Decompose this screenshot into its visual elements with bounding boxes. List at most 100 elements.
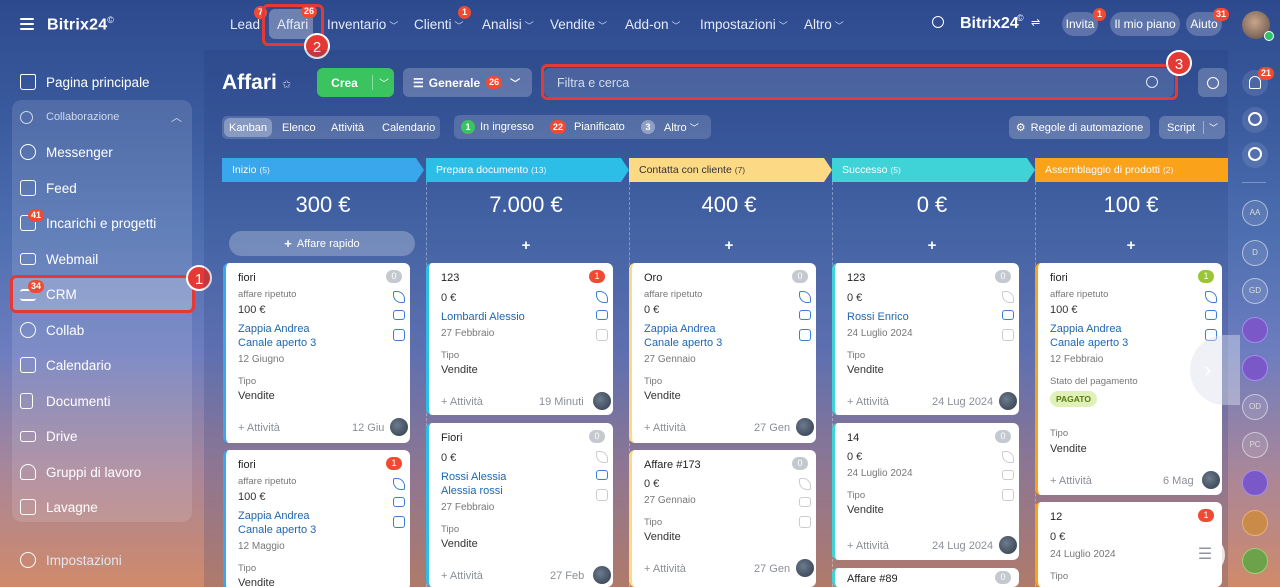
quick-deal-button[interactable]: + Affare rapido: [229, 231, 415, 256]
deal-card[interactable]: Oro 0 affare ripetuto 0 € Zappia Andrea C…: [629, 263, 816, 443]
my-plan-button[interactable]: Il mio piano: [1110, 12, 1180, 36]
counter-incoming[interactable]: In ingresso: [480, 121, 534, 133]
add-activity[interactable]: + Attività: [441, 570, 483, 582]
sidebar-item-messenger[interactable]: Messenger: [12, 135, 192, 169]
contact-link[interactable]: Zappia Andrea: [238, 510, 310, 522]
deal-card[interactable]: fiori 0 affare ripetuto 100 € Zappia Andr…: [223, 263, 410, 443]
chevron-up-icon[interactable]: ︿: [171, 109, 182, 125]
contact-link[interactable]: Lombardi Alessio: [441, 311, 525, 323]
add-activity[interactable]: + Attività: [644, 422, 686, 434]
search-icon[interactable]: [932, 16, 944, 28]
user-avatar[interactable]: AA: [1242, 200, 1268, 226]
menu-icon[interactable]: [20, 18, 34, 30]
deal-card[interactable]: fiori 1 affare ripetuto 100 € Zappia Andr…: [223, 450, 410, 587]
mail-icon[interactable]: [799, 310, 811, 320]
contact-link[interactable]: Zappia Andrea: [644, 323, 716, 335]
sidebar-item-groups[interactable]: Gruppi di lavoro: [12, 455, 192, 489]
source-link[interactable]: Canale aperto 3: [238, 524, 316, 536]
sidebar-item-drive[interactable]: Drive: [12, 419, 192, 453]
nav-altro[interactable]: Altro ﹀: [804, 17, 844, 32]
group-chat-icon[interactable]: [1242, 355, 1268, 381]
phone-icon[interactable]: [799, 291, 811, 303]
sidebar-item-feed[interactable]: Feed: [12, 171, 192, 205]
nav-clienti[interactable]: Clienti ﹀: [414, 17, 464, 32]
mail-icon[interactable]: [596, 310, 608, 320]
source-link[interactable]: Canale aperto 3: [644, 337, 722, 349]
chat-icon[interactable]: [1002, 489, 1014, 501]
mail-icon[interactable]: [1205, 310, 1217, 320]
stage-header[interactable]: Contatta con cliente (7): [629, 158, 832, 182]
phone-icon[interactable]: [596, 291, 608, 303]
chat-icon[interactable]: [799, 516, 811, 528]
logo[interactable]: Bitrix24©: [47, 15, 114, 34]
add-activity[interactable]: + Attività: [847, 540, 889, 552]
contact-link[interactable]: Rossi Enrico: [847, 311, 909, 323]
chat-icon[interactable]: [393, 516, 405, 528]
add-activity[interactable]: + Attività: [1050, 475, 1092, 487]
user-avatar[interactable]: PC: [1242, 432, 1268, 458]
phone-icon[interactable]: [1002, 451, 1014, 463]
nav-analisi[interactable]: Analisi ﹀: [482, 17, 534, 32]
nav-vendite[interactable]: Vendite ﹀: [550, 17, 607, 32]
sidebar-item-home[interactable]: Pagina principale: [12, 65, 192, 99]
phone-icon[interactable]: [1002, 291, 1014, 303]
counter-other[interactable]: Altro ﹀: [664, 121, 699, 134]
group-icon[interactable]: [1242, 510, 1268, 536]
counter-planned[interactable]: Pianificato: [574, 121, 625, 133]
settings-toggle-icon[interactable]: ⇌: [1031, 16, 1040, 29]
group-icon[interactable]: [1242, 548, 1268, 574]
phone-icon[interactable]: [393, 478, 405, 490]
sidebar-item-boards[interactable]: Lavagne: [12, 490, 192, 524]
list-menu-button[interactable]: ☰: [1185, 535, 1225, 575]
target-icon[interactable]: [1242, 107, 1268, 133]
deal-card[interactable]: Affare #89 0: [832, 568, 1019, 587]
sidebar-item-tasks[interactable]: 41 Incarichi e progetti: [12, 206, 192, 240]
add-deal-button[interactable]: +: [1031, 237, 1231, 254]
mail-icon[interactable]: [1002, 470, 1014, 480]
add-activity[interactable]: + Attività: [644, 563, 686, 575]
filter-preset-button[interactable]: ☰ Generale 26 ﹀: [403, 68, 532, 97]
deal-card[interactable]: 123 1 0 € Lombardi Alessio 27 Febbraio Ti…: [426, 263, 613, 415]
settings-gear-button[interactable]: [1198, 68, 1227, 97]
add-deal-button[interactable]: +: [832, 237, 1032, 254]
automation-rules-button[interactable]: ⚙ Regole di automazione: [1009, 116, 1150, 139]
stage-header[interactable]: Successo (5): [832, 158, 1035, 182]
chat-icon[interactable]: [596, 329, 608, 341]
mail-icon[interactable]: [1002, 310, 1014, 320]
view-calendar[interactable]: Calendario: [382, 122, 435, 134]
phone-icon[interactable]: [596, 451, 608, 463]
phone-icon[interactable]: [799, 478, 811, 490]
user-avatar[interactable]: OD: [1242, 394, 1268, 420]
mail-icon[interactable]: [799, 497, 811, 507]
chat-icon[interactable]: [799, 329, 811, 341]
chat-icon[interactable]: [1242, 142, 1268, 168]
mail-icon[interactable]: [393, 497, 405, 507]
nav-impostazioni[interactable]: Impostazioni ﹀: [700, 17, 788, 32]
chat-icon[interactable]: [393, 329, 405, 341]
nav-inventario[interactable]: Inventario ﹀: [327, 17, 398, 32]
contact-link[interactable]: Zappia Andrea: [238, 323, 310, 335]
mail-icon[interactable]: [393, 310, 405, 320]
sidebar-item-calendar[interactable]: Calendario: [12, 348, 192, 382]
add-deal-button[interactable]: +: [629, 237, 829, 254]
create-dropdown-icon[interactable]: ﹀: [372, 75, 389, 90]
sidebar-section-collaborazione[interactable]: Collaborazione ︿: [12, 100, 192, 134]
view-list[interactable]: Elenco: [282, 122, 316, 134]
pin-icon[interactable]: ✩: [282, 78, 291, 91]
sidebar-item-collab[interactable]: Collab: [12, 313, 192, 347]
contact-link[interactable]: Zappia Andrea: [1050, 323, 1122, 335]
contact-link[interactable]: Alessia rossi: [441, 485, 503, 497]
deal-card[interactable]: 123 0 0 € Rossi Enrico 24 Luglio 2024 Tip…: [832, 263, 1019, 415]
script-button[interactable]: Script ﹀: [1159, 116, 1225, 139]
phone-icon[interactable]: [1205, 291, 1217, 303]
sidebar-item-webmail[interactable]: Webmail: [12, 242, 192, 276]
group-chat-icon[interactable]: [1242, 317, 1268, 343]
source-link[interactable]: Canale aperto 3: [238, 337, 316, 349]
chat-icon[interactable]: [596, 489, 608, 501]
chat-icon[interactable]: [1002, 329, 1014, 341]
sidebar-settings[interactable]: Impostazioni: [12, 543, 192, 577]
stage-header[interactable]: Prepara documento (13): [426, 158, 629, 182]
nav-lead[interactable]: Lead: [230, 17, 260, 32]
phone-icon[interactable]: [393, 291, 405, 303]
view-activities[interactable]: Attività: [331, 122, 364, 134]
